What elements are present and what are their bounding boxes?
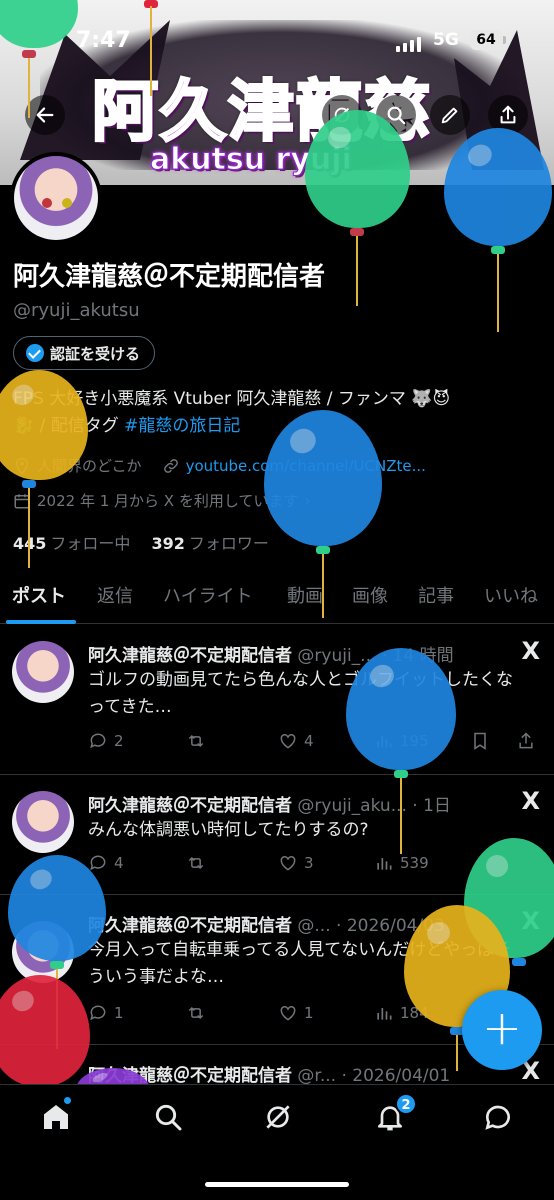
home-unread-dot	[64, 1097, 71, 1104]
share-post-button[interactable]	[516, 731, 536, 751]
x-logo-icon: X	[521, 787, 540, 815]
battery-icon: 64	[470, 30, 506, 50]
nav-search[interactable]	[152, 1101, 184, 1133]
tab-highlights[interactable]: ハイライト	[163, 582, 253, 608]
post-item[interactable]: 阿久津龍慈＠不定期配信者 @ryuji_... · 14 時間 X ゴルフの動画…	[0, 625, 554, 775]
pencil-icon	[441, 107, 458, 124]
post-avatar[interactable]	[12, 791, 74, 853]
network-label: 5G	[433, 30, 459, 50]
tab-likes[interactable]: いいね	[484, 582, 538, 608]
reply-icon	[90, 733, 106, 749]
views-icon	[377, 1008, 392, 1020]
like-button[interactable]: 3	[278, 853, 314, 873]
reply-button[interactable]: 2	[88, 731, 124, 751]
balloon-blue	[444, 128, 554, 338]
balloon-blue	[346, 648, 458, 858]
followers-link[interactable]: 392 フォロワー	[152, 534, 269, 553]
chat-icon	[485, 1105, 510, 1130]
post-actions: 2 4 195	[88, 731, 538, 757]
profile-name: 阿久津龍慈＠不定期配信者	[13, 262, 326, 292]
profile-handle: @ryuji_akutsu	[13, 300, 140, 321]
balloon-green	[0, 0, 90, 118]
balloon-yellow	[0, 370, 90, 590]
home-icon	[44, 1105, 68, 1129]
profile-avatar[interactable]	[10, 152, 102, 244]
active-tab-indicator	[6, 620, 76, 624]
nav-grok[interactable]	[262, 1101, 294, 1133]
bookmark-icon	[474, 732, 486, 750]
home-indicator	[205, 1182, 349, 1187]
repost-button[interactable]	[186, 1003, 212, 1023]
bookmark-button[interactable]	[470, 731, 490, 751]
share-icon	[519, 732, 533, 749]
tab-replies[interactable]: 返信	[97, 582, 133, 608]
x-logo-icon: X	[521, 637, 540, 665]
repost-button[interactable]	[186, 731, 212, 751]
tab-articles[interactable]: 記事	[418, 582, 454, 608]
like-button[interactable]: 1	[278, 1003, 314, 1023]
balloon-string-top	[140, 0, 164, 100]
nav-messages[interactable]	[482, 1101, 514, 1133]
verify-label: 認証を受ける	[50, 344, 141, 363]
heart-icon	[280, 733, 296, 749]
repost-button[interactable]	[186, 853, 212, 873]
balloon-green	[305, 110, 415, 310]
post-avatar[interactable]	[12, 641, 74, 703]
repost-icon	[188, 1006, 204, 1020]
search-icon	[155, 1104, 182, 1131]
signal-icon	[396, 36, 422, 52]
link-icon	[163, 458, 178, 473]
repost-icon	[188, 856, 204, 870]
verified-badge-icon	[26, 344, 44, 362]
heart-icon	[280, 855, 296, 871]
notification-badge: 2	[395, 1093, 417, 1115]
like-button[interactable]: 4	[278, 731, 314, 751]
nav-home[interactable]	[40, 1101, 72, 1133]
get-verified-button[interactable]: 認証を受ける	[13, 336, 156, 370]
repost-icon	[188, 734, 204, 748]
heart-icon	[280, 1005, 296, 1021]
bio-hashtag-link[interactable]: #龍慈の旅日記	[124, 416, 240, 436]
grok-icon	[266, 1105, 290, 1129]
compose-post-button[interactable]: +	[462, 990, 542, 1070]
balloon-blue	[264, 410, 386, 620]
share-icon	[500, 105, 516, 124]
bio-line-1: FPS 大好き小悪魔系 Vtuber 阿久津龍慈 / ファンマ 🐺😈	[13, 389, 451, 409]
